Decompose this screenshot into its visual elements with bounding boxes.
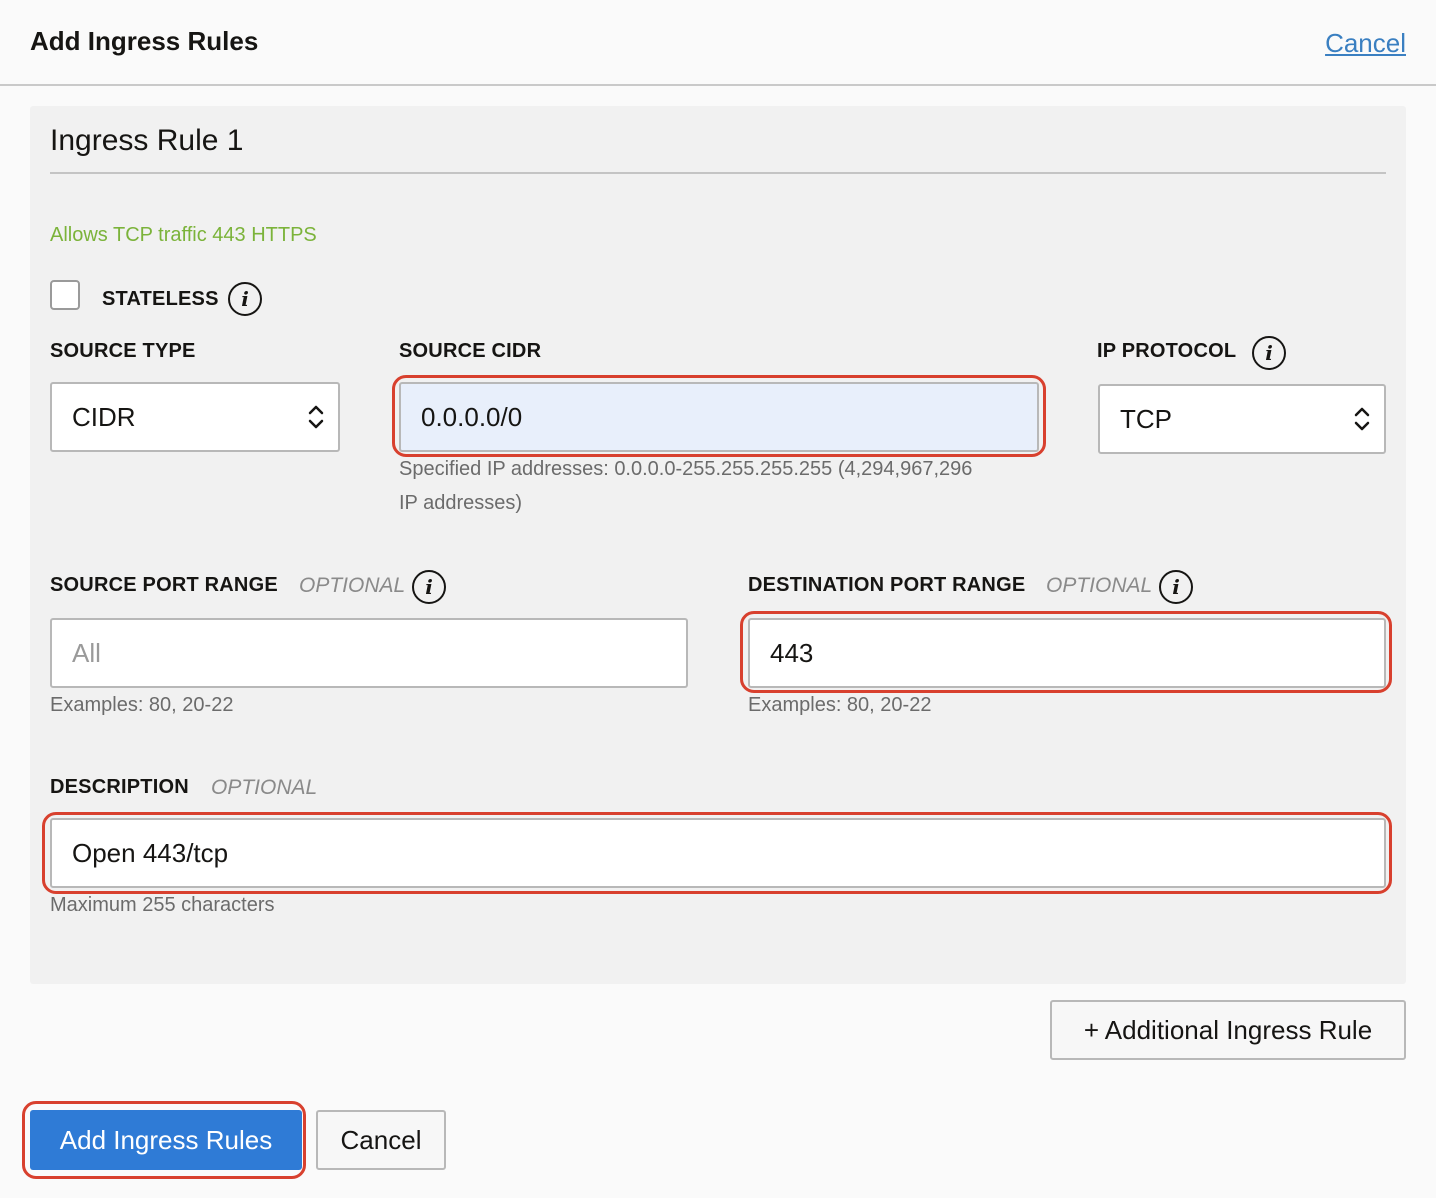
source-port-range-input[interactable]: All	[50, 618, 688, 688]
source-cidr-help-line2: IP addresses)	[399, 492, 523, 514]
source-port-range-optional: OPTIONAL	[299, 574, 406, 597]
source-port-range-placeholder: All	[72, 637, 101, 668]
ip-protocol-select[interactable]: TCP	[1098, 384, 1386, 454]
chevron-updown-icon	[308, 405, 324, 429]
destination-port-range-info-icon[interactable]: i	[1159, 570, 1193, 604]
add-ingress-rules-button[interactable]: Add Ingress Rules	[30, 1110, 302, 1170]
destination-port-range-input[interactable]: 443	[748, 618, 1386, 688]
destination-port-range-help: Examples: 80, 20-22	[748, 694, 932, 716]
dialog-header: Add Ingress Rules Cancel	[0, 0, 1436, 86]
stateless-info-icon[interactable]: i	[228, 282, 262, 316]
ingress-rule-panel: Ingress Rule 1 Allows TCP traffic 443 HT…	[30, 106, 1406, 984]
destination-port-range-optional: OPTIONAL	[1046, 574, 1153, 597]
destination-port-range-label: DESTINATION PORT RANGE	[748, 574, 1026, 596]
description-value: Open 443/tcp	[72, 837, 229, 868]
description-help: Maximum 255 characters	[50, 894, 275, 916]
additional-ingress-rule-button[interactable]: + Additional Ingress Rule	[1050, 1000, 1406, 1060]
ip-protocol-info-icon[interactable]: i	[1252, 336, 1286, 370]
source-port-range-label: SOURCE PORT RANGE	[50, 574, 278, 596]
ip-protocol-value: TCP	[1120, 403, 1172, 434]
chevron-updown-icon	[1354, 407, 1370, 431]
stateless-checkbox[interactable]	[50, 280, 80, 310]
source-type-label: SOURCE TYPE	[50, 340, 196, 362]
cancel-button[interactable]: Cancel	[316, 1110, 446, 1170]
source-cidr-label: SOURCE CIDR	[399, 340, 542, 362]
rule-title: Ingress Rule 1	[50, 124, 244, 157]
source-port-range-help: Examples: 80, 20-22	[50, 694, 234, 716]
source-cidr-help-line1: Specified IP addresses: 0.0.0.0-255.255.…	[399, 458, 973, 480]
source-cidr-input[interactable]: 0.0.0.0/0	[399, 382, 1039, 452]
source-cidr-value: 0.0.0.0/0	[421, 401, 523, 432]
stateless-label: STATELESS	[102, 288, 219, 310]
rule-divider	[50, 172, 1386, 174]
dialog-title: Add Ingress Rules	[30, 26, 259, 56]
source-cidr-help: Specified IP addresses: 0.0.0.0-255.255.…	[399, 452, 1049, 520]
description-label: DESCRIPTION	[50, 776, 189, 798]
rule-summary-text: Allows TCP traffic 443 HTTPS	[50, 224, 317, 246]
source-port-range-info-icon[interactable]: i	[412, 570, 446, 604]
description-input[interactable]: Open 443/tcp	[50, 818, 1386, 888]
source-type-select[interactable]: CIDR	[50, 382, 340, 452]
header-cancel-link[interactable]: Cancel	[1325, 28, 1406, 59]
description-optional: OPTIONAL	[211, 776, 318, 799]
ip-protocol-label: IP PROTOCOL	[1097, 340, 1237, 362]
source-type-value: CIDR	[72, 401, 136, 432]
destination-port-range-value: 443	[770, 637, 814, 668]
